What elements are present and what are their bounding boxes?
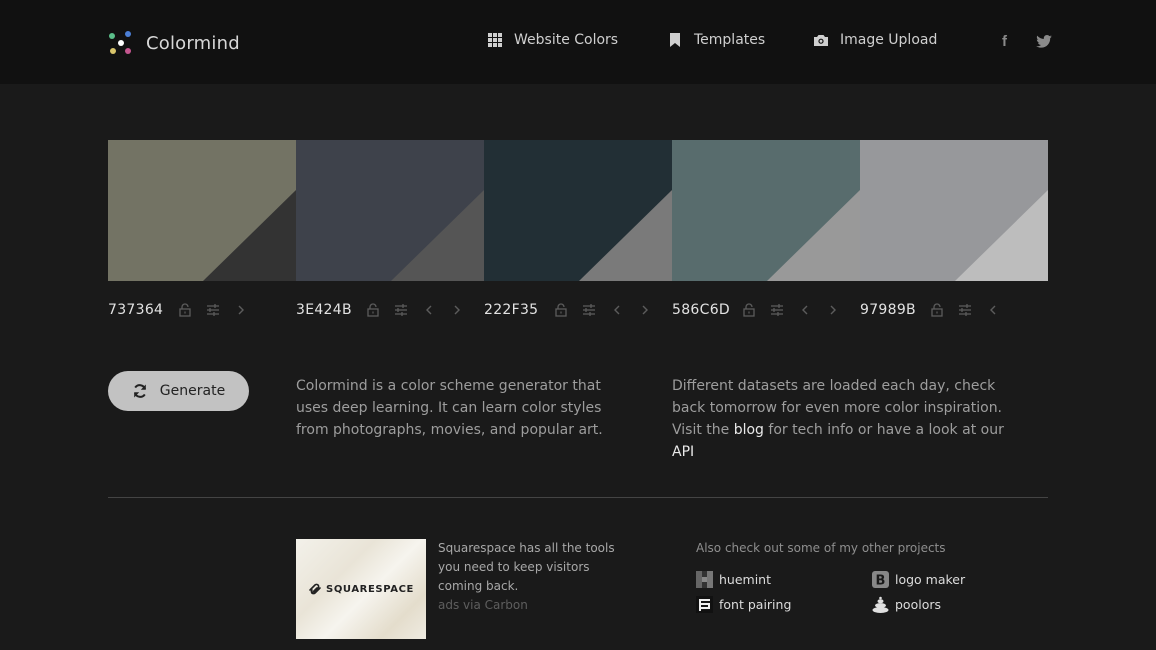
project-label: font pairing bbox=[719, 597, 792, 612]
swatch-5[interactable] bbox=[860, 140, 1048, 281]
nav-image-upload[interactable]: Image Upload bbox=[814, 32, 937, 48]
lock-icon[interactable] bbox=[930, 303, 944, 317]
nav-label: Website Colors bbox=[514, 32, 619, 48]
swatch-controls-4: 586C6D bbox=[672, 300, 840, 320]
lock-icon[interactable] bbox=[554, 303, 568, 317]
top-navbar: Colormind Website Colors Templates Image… bbox=[0, 0, 1156, 84]
chevron-right-icon[interactable] bbox=[826, 303, 840, 317]
logo-maker-icon: B bbox=[872, 571, 889, 588]
project-logo-maker[interactable]: B logo maker bbox=[872, 571, 965, 588]
project-label: logo maker bbox=[895, 572, 966, 587]
nav-label: Templates bbox=[694, 32, 766, 48]
swatch-2[interactable] bbox=[296, 140, 484, 281]
swatch-controls-3: 222F35 bbox=[484, 300, 652, 320]
swatch-4[interactable] bbox=[672, 140, 860, 281]
squarespace-icon bbox=[309, 583, 321, 595]
lock-icon[interactable] bbox=[366, 303, 380, 317]
logo[interactable]: Colormind bbox=[108, 30, 240, 56]
hex-value[interactable]: 3E424B bbox=[296, 302, 352, 318]
swatch-controls-1: 737364 bbox=[108, 300, 248, 320]
lock-icon[interactable] bbox=[742, 303, 756, 317]
chevron-left-icon[interactable] bbox=[798, 303, 812, 317]
lock-icon[interactable] bbox=[178, 303, 192, 317]
swatch-controls-2: 3E424B bbox=[296, 300, 464, 320]
generate-label: Generate bbox=[159, 383, 226, 399]
nav-label: Image Upload bbox=[840, 32, 938, 48]
colormind-logo-icon bbox=[108, 30, 134, 56]
swatch-controls-5: 97989B bbox=[860, 300, 1000, 320]
project-poolors[interactable]: poolors bbox=[872, 596, 941, 613]
twitter-link[interactable] bbox=[1036, 34, 1052, 52]
twitter-icon bbox=[1036, 34, 1052, 52]
projects-title: Also check out some of my other projects bbox=[696, 541, 946, 555]
facebook-link[interactable]: f bbox=[1002, 32, 1007, 50]
nav-templates[interactable]: Templates bbox=[668, 32, 765, 48]
project-font-pairing[interactable]: font pairing bbox=[696, 596, 791, 613]
ad-copy[interactable]: Squarespace has all the tools you need t… bbox=[438, 541, 615, 593]
poolors-icon bbox=[872, 596, 889, 613]
huemint-icon bbox=[696, 571, 713, 588]
info-text-middle: for tech info or have a look at our bbox=[763, 422, 1004, 438]
ad-via-carbon[interactable]: ads via Carbon bbox=[438, 596, 633, 615]
palette bbox=[108, 140, 1048, 281]
info-text: Different datasets are loaded each day, … bbox=[672, 375, 1012, 463]
chevron-left-icon[interactable] bbox=[422, 303, 436, 317]
adjust-icon[interactable] bbox=[582, 303, 596, 317]
hex-value[interactable]: 737364 bbox=[108, 302, 164, 318]
blog-link[interactable]: blog bbox=[734, 422, 764, 438]
squarespace-logo: SQUARESPACE bbox=[308, 582, 414, 596]
project-label: poolors bbox=[895, 597, 942, 612]
project-label: huemint bbox=[719, 572, 772, 587]
hex-value[interactable]: 97989B bbox=[860, 302, 916, 318]
facebook-icon: f bbox=[1002, 33, 1007, 50]
project-huemint[interactable]: huemint bbox=[696, 571, 771, 588]
ad-text: Squarespace has all the tools you need t… bbox=[438, 539, 633, 615]
hex-value[interactable]: 222F35 bbox=[484, 302, 540, 318]
bookmark-icon bbox=[668, 33, 682, 47]
adjust-icon[interactable] bbox=[770, 303, 784, 317]
chevron-right-icon[interactable] bbox=[450, 303, 464, 317]
chevron-right-icon[interactable] bbox=[234, 303, 248, 317]
adjust-icon[interactable] bbox=[394, 303, 408, 317]
divider bbox=[108, 497, 1048, 498]
chevron-left-icon[interactable] bbox=[986, 303, 1000, 317]
grid-icon bbox=[488, 33, 502, 47]
swatch-1[interactable] bbox=[108, 140, 296, 281]
adjust-icon[interactable] bbox=[206, 303, 220, 317]
nav-website-colors[interactable]: Website Colors bbox=[488, 32, 618, 48]
app-name: Colormind bbox=[146, 32, 240, 54]
ad-image[interactable]: SQUARESPACE bbox=[296, 539, 426, 639]
api-link[interactable]: API bbox=[672, 444, 694, 460]
hex-value[interactable]: 586C6D bbox=[672, 302, 730, 318]
about-text: Colormind is a color scheme generator th… bbox=[296, 378, 603, 438]
camera-icon bbox=[814, 33, 828, 47]
svg-text:B: B bbox=[876, 574, 886, 589]
swatch-3[interactable] bbox=[484, 140, 672, 281]
refresh-icon bbox=[133, 384, 146, 398]
font-pairing-icon bbox=[696, 596, 713, 613]
chevron-right-icon[interactable] bbox=[638, 303, 652, 317]
generate-button[interactable]: Generate bbox=[108, 371, 249, 411]
chevron-left-icon[interactable] bbox=[610, 303, 624, 317]
ad-brand: SQUARESPACE bbox=[326, 583, 414, 595]
adjust-icon[interactable] bbox=[958, 303, 972, 317]
